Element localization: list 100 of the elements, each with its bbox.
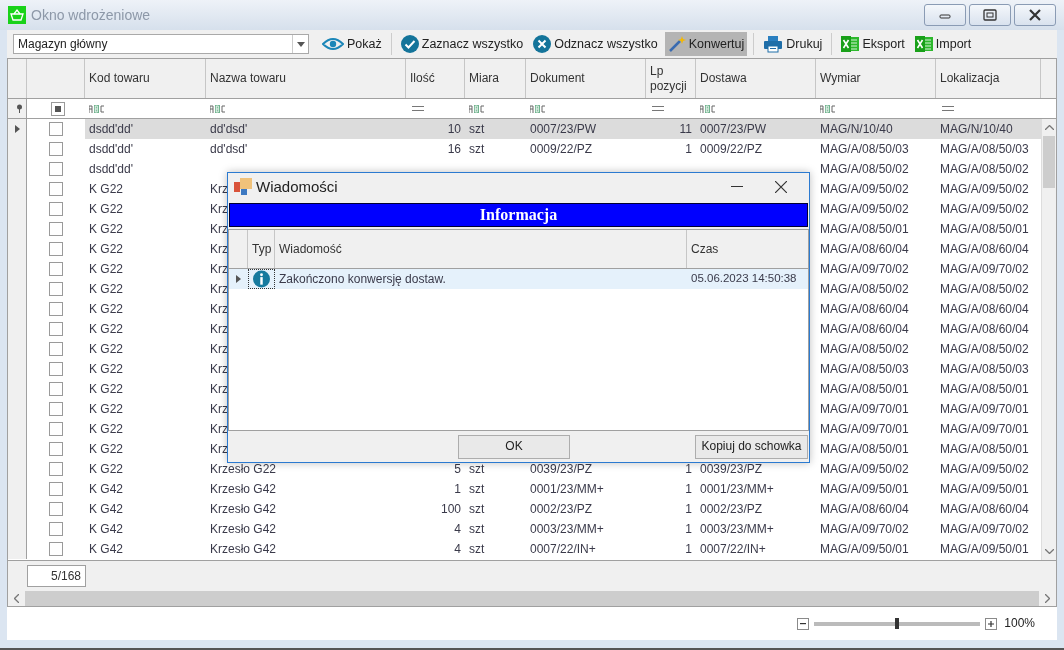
plus-icon [988,620,995,627]
scroll-down-icon[interactable] [1044,549,1054,554]
row-checkbox[interactable] [49,342,63,356]
toolbar-button[interactable]: Drukuj [760,32,826,56]
ok-button[interactable]: OK [458,434,570,459]
table-cell: K G42 [89,521,124,537]
table-cell: MAG/A/08/60/04 [940,301,1029,317]
message-banner: Informacja [229,203,808,227]
maximize-button[interactable] [969,4,1011,26]
column-header[interactable]: Kod towaru [85,59,206,98]
table-cell: MAG/A/08/50/03 [940,361,1029,377]
column-header[interactable]: Dostawa [696,59,816,98]
message-row[interactable]: Zakończono konwersję dostaw. 05.06.2023 14:50:38 [229,269,808,289]
text-filter-icon[interactable] [469,104,484,113]
equals-filter-icon[interactable] [942,106,954,111]
row-checkbox[interactable] [49,462,63,476]
column-header[interactable]: Typ [248,230,275,268]
column-header[interactable]: Lokalizacja [936,59,1041,98]
table-cell: MAG/A/08/60/04 [820,301,909,317]
table-cell: K G22 [89,441,124,457]
row-checkbox[interactable] [49,382,63,396]
table-cell: Krz [210,421,228,437]
table-cell: 0002/23/PZ [530,501,593,517]
table-cell: szt [469,521,485,537]
table-cell: 1 [685,481,692,497]
column-header[interactable]: Wiadomość [275,230,687,268]
table-cell: Krzesło G42 [210,481,277,497]
row-checkbox[interactable] [49,122,63,136]
scroll-left-icon[interactable] [14,594,19,603]
table-cell: MAG/A/08/50/01 [940,381,1029,397]
table-cell: MAG/A/09/50/01 [820,541,909,557]
slider-thumb[interactable] [895,618,900,629]
text-filter-icon[interactable] [820,104,835,113]
table-cell: MAG/A/08/60/04 [820,501,909,517]
row-checkbox[interactable] [49,282,63,296]
row-checkbox[interactable] [49,362,63,376]
row-checkbox[interactable] [49,502,63,516]
row-checkbox[interactable] [49,202,63,216]
toolbar-button[interactable]: Odznacz wszystko [530,32,661,56]
table-cell: Krz [210,361,228,377]
toolbar-button[interactable]: Pokaż [319,32,385,56]
column-header[interactable]: Czas [687,230,808,268]
row-checkbox[interactable] [49,182,63,196]
column-header[interactable]: Ilość [406,59,465,98]
zoom-in-button[interactable] [985,617,998,630]
table-cell: 1 [685,501,692,517]
table-cell: 1 [685,521,692,537]
text-filter-icon[interactable] [89,104,104,113]
table-cell: 0003/23/MM+ [700,521,774,537]
zoom-out-button[interactable] [797,617,810,630]
row-checkbox[interactable] [49,442,63,456]
row-checkbox[interactable] [49,242,63,256]
column-header[interactable]: Nazwa towaru [206,59,406,98]
table-cell: MAG/A/09/70/01 [820,401,909,417]
toolbar-button[interactable]: Zaznacz wszystko [397,32,527,56]
row-header[interactable] [8,119,27,139]
row-checkbox[interactable] [49,402,63,416]
toolbar-button[interactable]: Eksport [838,32,908,56]
table-cell: MAG/A/08/50/01 [820,441,909,457]
close-circle-icon [533,35,552,53]
column-header[interactable]: Miara [465,59,526,98]
close-button[interactable] [1014,4,1056,26]
table-cell: Krzesło G22 [210,461,277,477]
scrollbar-thumb[interactable] [1043,136,1055,188]
text-filter-icon[interactable] [530,104,545,113]
scroll-up-icon[interactable] [1044,125,1054,130]
eye-icon [322,37,344,51]
column-header[interactable]: Wymiar [816,59,936,98]
equals-filter-icon[interactable] [412,106,424,111]
table-cell: 0001/23/MM+ [530,481,604,497]
row-checkbox[interactable] [49,222,63,236]
row-checkbox[interactable] [49,262,63,276]
copy-button[interactable]: Kopiuj do schowka [695,434,808,459]
column-header[interactable]: Lp pozycji [646,59,696,98]
row-checkbox[interactable] [49,422,63,436]
check-circle-icon [400,35,419,53]
table-cell: Krz [210,221,228,237]
text-filter-icon[interactable] [210,104,225,113]
current-row-icon [236,275,241,283]
toolbar-button[interactable]: Import [911,32,975,56]
table-cell: MAG/A/09/70/01 [940,401,1029,417]
minimize-button[interactable] [924,4,966,26]
row-checkbox[interactable] [49,482,63,496]
equals-filter-icon[interactable] [652,106,664,111]
table-cell: MAG/A/08/50/02 [820,281,909,297]
row-checkbox[interactable] [49,542,63,556]
table-cell: dsdd'dd' [89,121,133,137]
row-checkbox[interactable] [49,522,63,536]
warehouse-dropdown[interactable]: Magazyn główny [13,34,309,54]
scroll-right-icon[interactable] [1045,594,1050,603]
row-checkbox[interactable] [49,302,63,316]
table-cell: 0039/23/PZ [700,461,763,477]
toolbar-button[interactable]: Konwertuj [664,32,748,56]
text-filter-icon[interactable] [700,104,715,113]
select-all-checkbox[interactable] [51,101,65,116]
row-checkbox[interactable] [49,162,63,176]
table-cell: MAG/A/08/60/04 [820,241,909,257]
row-checkbox[interactable] [49,322,63,336]
row-checkbox[interactable] [49,142,63,156]
column-header[interactable]: Dokument [526,59,646,98]
